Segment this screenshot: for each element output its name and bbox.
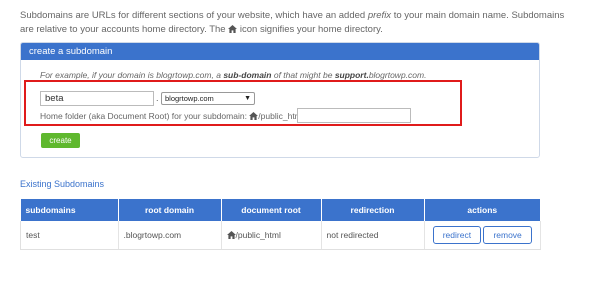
document-root-path: /public_html	[235, 230, 281, 240]
example-part: blogrtowp.com.	[368, 70, 427, 80]
create-button[interactable]: create	[41, 133, 80, 148]
subdomain-input[interactable]	[40, 91, 154, 106]
domain-select[interactable]: blogrtowp.com ▼	[161, 92, 255, 105]
redirect-button[interactable]: redirect	[432, 226, 482, 244]
column-header-root-domain: root domain	[118, 199, 222, 221]
cell-actions: redirect remove	[424, 221, 541, 250]
intro-text-prefix: prefix	[367, 10, 392, 21]
example-bold: support.	[334, 70, 369, 80]
domain-separator: .	[156, 93, 159, 103]
column-header-document-root: document root	[221, 199, 322, 221]
column-header-subdomains: subdomains	[20, 199, 119, 221]
cell-subdomain: test	[20, 221, 119, 250]
intro-text: Subdomains are URLs for different sectio…	[20, 9, 580, 37]
table-header-row: subdomains root domain document root red…	[20, 199, 541, 221]
cell-root-domain: .blogrtowp.com	[118, 221, 222, 250]
home-folder-label: Home folder (aka Document Root) for your…	[40, 111, 306, 121]
column-header-redirection: redirection	[321, 199, 425, 221]
existing-subdomains-title: Existing Subdomains	[20, 179, 105, 189]
subdomains-table: subdomains root domain document root red…	[20, 199, 541, 250]
cell-redirection: not redirected	[321, 221, 425, 250]
home-folder-input[interactable]	[297, 108, 411, 123]
table-row: test .blogrtowp.com /public_html not red…	[20, 221, 541, 250]
example-part: of that might be	[271, 70, 335, 80]
chevron-down-icon: ▼	[244, 95, 251, 102]
panel-title: create a subdomain	[21, 43, 539, 60]
intro-text-part: icon signifies your home directory.	[237, 24, 383, 35]
example-bold: sub-domain	[223, 70, 272, 80]
home-icon	[228, 25, 238, 33]
cell-document-root: /public_html	[221, 221, 322, 250]
home-icon	[249, 112, 259, 120]
column-header-actions: actions	[424, 199, 541, 221]
example-text: For example, if your domain is blogrtowp…	[40, 70, 426, 80]
example-part: For example, if your domain is blogrtowp…	[40, 70, 224, 80]
remove-button[interactable]: remove	[483, 226, 532, 244]
home-icon	[226, 231, 236, 239]
domain-select-value: blogrtowp.com	[165, 94, 214, 103]
home-folder-label-text: Home folder (aka Document Root) for your…	[40, 111, 250, 121]
create-subdomain-panel: create a subdomain For example, if your …	[20, 42, 540, 158]
intro-text-part: Subdomains are URLs for different sectio…	[20, 10, 368, 21]
